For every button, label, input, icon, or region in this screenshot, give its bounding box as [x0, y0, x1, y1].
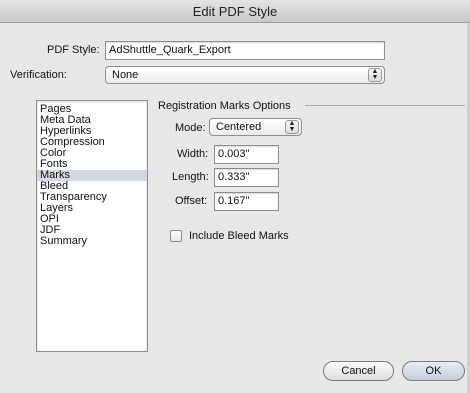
- mode-value: Centered: [216, 121, 262, 133]
- width-label: Width:: [177, 148, 209, 160]
- pdf-style-label: PDF Style:: [47, 44, 100, 56]
- sidebar-item-summary[interactable]: Summary: [37, 236, 147, 247]
- window-title: Edit PDF Style: [0, 0, 470, 23]
- offset-field[interactable]: 0.167": [214, 192, 279, 211]
- ok-button[interactable]: OK: [402, 361, 465, 381]
- edit-pdf-style-dialog: Edit PDF Style PDF Style: AdShuttle_Quar…: [0, 0, 470, 393]
- include-bleed-label: Include Bleed Marks: [189, 230, 289, 242]
- verification-value: None: [112, 69, 139, 81]
- pdf-style-field[interactable]: AdShuttle_Quark_Export: [105, 41, 385, 60]
- category-list[interactable]: Pages Meta Data Hyperlinks Compression C…: [36, 100, 148, 352]
- include-bleed-checkbox[interactable]: [170, 230, 182, 242]
- group-divider: [305, 105, 465, 106]
- popup-arrows-icon: ▲ ▼: [285, 120, 299, 134]
- popup-arrows-icon: ▲ ▼: [368, 68, 382, 82]
- verification-popup[interactable]: None ▲ ▼: [105, 66, 385, 84]
- offset-label: Offset:: [175, 195, 208, 207]
- length-field[interactable]: 0.333": [214, 168, 279, 187]
- verification-label: Verification:: [10, 69, 67, 81]
- length-label: Length:: [172, 171, 209, 183]
- mode-popup[interactable]: Centered ▲ ▼: [209, 118, 302, 136]
- cancel-button[interactable]: Cancel: [323, 361, 394, 381]
- mode-label: Mode:: [175, 122, 206, 134]
- registration-heading: Registration Marks Options: [158, 100, 291, 112]
- width-field[interactable]: 0.003": [214, 145, 279, 164]
